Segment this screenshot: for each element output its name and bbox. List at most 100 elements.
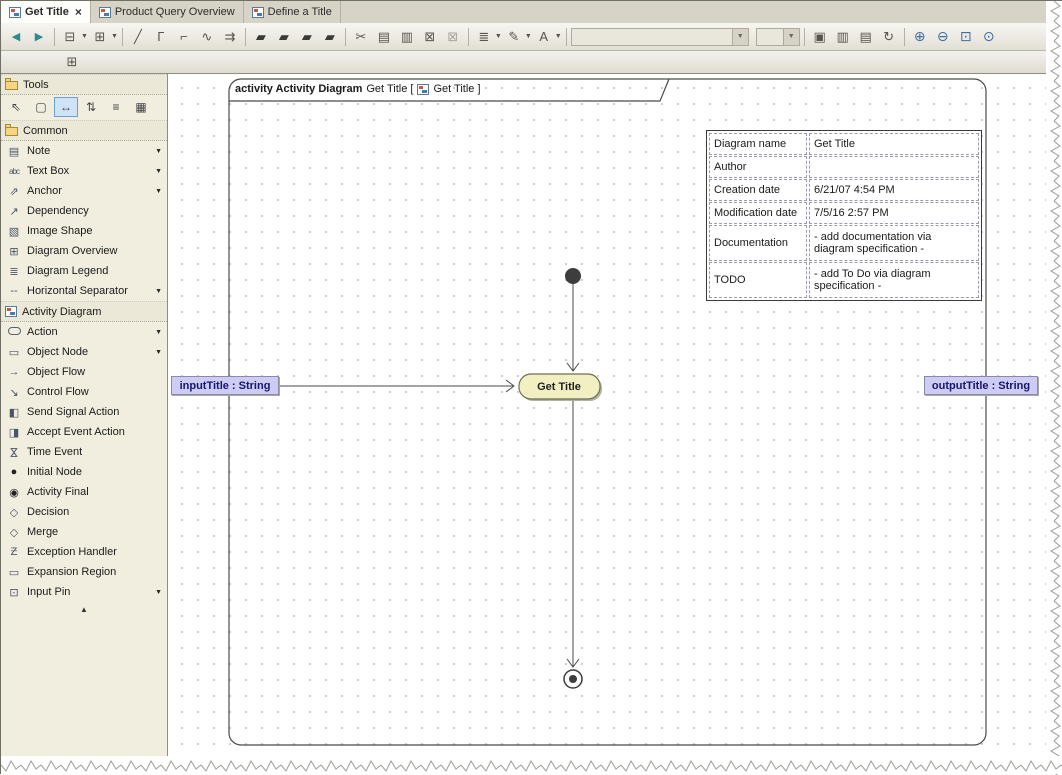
back-button[interactable]: ◀ [5, 27, 27, 47]
object-flow-input-to-action[interactable] [280, 380, 514, 392]
rectilinear-path-button[interactable]: Γ [150, 27, 172, 47]
chevron-down-icon[interactable]: ▼ [155, 168, 162, 175]
output-parameter-node[interactable]: outputTitle : String [924, 376, 1038, 395]
chevron-down-icon[interactable]: ▼ [732, 29, 748, 45]
forward-button[interactable]: ▶ [28, 27, 50, 47]
sidebar-item-diagram-overview[interactable]: ⊞ Diagram Overview [1, 241, 167, 261]
diagram-canvas[interactable]: Get Title activity Activity Diagram Get … [168, 74, 1047, 757]
tab-get-title[interactable]: Get Title × [1, 1, 91, 23]
make-same-size-button[interactable]: ▰ [296, 27, 318, 47]
sidebar-item-text-box[interactable]: abc Text Box ▼ [1, 161, 167, 181]
table-cell-label: TODO [709, 262, 807, 298]
initial-node[interactable] [565, 268, 581, 284]
chevron-down-icon[interactable]: ▼ [155, 148, 162, 155]
zoom-combobox[interactable]: ▼ [756, 28, 800, 46]
refresh-button[interactable]: ↻ [878, 27, 900, 47]
cut-button[interactable]: ✂ [350, 27, 372, 47]
paste-button[interactable]: ▥ [396, 27, 418, 47]
align-tool-button[interactable]: ⇅ [79, 97, 103, 117]
control-flow-initial-to-action[interactable] [567, 284, 579, 371]
marquee-select-tool-button[interactable]: ▢ [29, 97, 53, 117]
chevron-down-icon[interactable]: ▼ [155, 349, 162, 356]
sidebar-item-time-event[interactable]: ⋈ Time Event [1, 442, 167, 462]
new-window-button[interactable]: ▣ [809, 27, 831, 47]
sidebar-item-expansion-region[interactable]: ▭ Expansion Region [1, 562, 167, 582]
item-label: Object Node [27, 346, 88, 358]
autosize-button[interactable]: ▰ [319, 27, 341, 47]
frame-header[interactable]: activity Activity Diagram Get Title [ Ge… [235, 83, 481, 95]
make-same-height-button[interactable]: ▰ [273, 27, 295, 47]
sidebar-item-diagram-legend[interactable]: ≣ Diagram Legend [1, 261, 167, 281]
tab-define-a-title[interactable]: Define a Title [244, 1, 341, 23]
zoom-selection-button[interactable]: ⊙ [978, 27, 1000, 47]
sidebar-item-merge[interactable]: ◇ Merge [1, 522, 167, 542]
layout-button[interactable]: ≣ [473, 27, 495, 47]
sidebar-item-anchor[interactable]: ⇗ Anchor ▼ [1, 181, 167, 201]
delete-button[interactable]: ⊠ [419, 27, 441, 47]
tab-product-query-overview[interactable]: Product Query Overview [91, 1, 244, 23]
grid-tool-button[interactable]: ▦ [129, 97, 153, 117]
sidebar-item-input-pin[interactable]: ⊡ Input Pin ▼ [1, 582, 167, 602]
select-tool-button[interactable]: ⇖ [4, 97, 28, 117]
dependency-icon: ↗ [6, 205, 22, 218]
export-diagram-button[interactable]: ▤ [855, 27, 877, 47]
palette-section-common[interactable]: Common [1, 120, 167, 141]
sidebar-item-initial-node[interactable]: ● Initial Node [1, 462, 167, 482]
distribute-tool-button[interactable]: ≡ [104, 97, 128, 117]
delete-from-diagram-button[interactable]: ⊠ [442, 27, 464, 47]
scope-combobox[interactable]: ▼ [571, 28, 749, 46]
chevron-down-icon[interactable]: ▼ [155, 329, 162, 336]
chevron-down-icon[interactable]: ▼ [155, 188, 162, 195]
zoom-in-button[interactable]: ⊕ [909, 27, 931, 47]
palette-section-tools[interactable]: Tools [1, 74, 167, 95]
bent-path-button[interactable]: ⌐ [173, 27, 195, 47]
sidebar-item-object-node[interactable]: ▭ Object Node ▼ [1, 342, 167, 362]
sidebar-item-image-shape[interactable]: ▧ Image Shape [1, 221, 167, 241]
make-same-width-button[interactable]: ▰ [250, 27, 272, 47]
spline-path-button[interactable]: ∿ [196, 27, 218, 47]
sidebar-item-action[interactable]: Action ▼ [1, 322, 167, 342]
sidebar-item-note[interactable]: ▤ Note ▼ [1, 141, 167, 161]
action-get-title[interactable]: Get Title [519, 374, 602, 401]
chevron-down-icon[interactable]: ▼ [155, 288, 162, 295]
chevron-down-icon[interactable]: ▼ [111, 33, 118, 40]
close-icon[interactable]: × [75, 6, 82, 18]
palette-scroll-up[interactable]: ▲ [1, 602, 167, 614]
input-parameter-node[interactable]: inputTitle : String [171, 376, 279, 395]
link-tool-button[interactable]: ↔ [54, 97, 78, 117]
frame-keyword: activity Activity Diagram [235, 83, 362, 95]
tile-windows-button[interactable]: ▥ [832, 27, 854, 47]
reroute-path-button[interactable]: ⇉ [219, 27, 241, 47]
palette-section-activity-diagram[interactable]: Activity Diagram [1, 301, 167, 322]
font-color-button[interactable]: A [533, 27, 555, 47]
sidebar-item-decision[interactable]: ◇ Decision [1, 502, 167, 522]
chevron-down-icon[interactable]: ▼ [555, 33, 562, 40]
sidebar-item-exception-handler[interactable]: Ƶ Exception Handler [1, 542, 167, 562]
sidebar-item-accept-event-action[interactable]: ◨ Accept Event Action [1, 422, 167, 442]
table-cell-label: Creation date [709, 179, 807, 201]
sidebar-item-dependency[interactable]: ↗ Dependency [1, 201, 167, 221]
show-diagram-info-button[interactable]: ⊞ [61, 52, 83, 72]
sidebar-item-control-flow[interactable]: ↘ Control Flow [1, 382, 167, 402]
sidebar-item-horizontal-separator[interactable]: -- Horizontal Separator ▼ [1, 281, 167, 301]
chevron-down-icon[interactable]: ▼ [155, 589, 162, 596]
diagram-info-table[interactable]: Diagram name Get Title Author Creation d… [706, 130, 982, 301]
chevron-down-icon[interactable]: ▼ [81, 33, 88, 40]
chevron-down-icon[interactable]: ▼ [495, 33, 502, 40]
sidebar-item-object-flow[interactable]: → Object Flow [1, 362, 167, 382]
sidebar-item-activity-final[interactable]: ◉ Activity Final [1, 482, 167, 502]
sidebar-item-send-signal-action[interactable]: ◧ Send Signal Action [1, 402, 167, 422]
add-element-button[interactable]: ⊞ [89, 27, 111, 47]
chevron-down-icon[interactable]: ▼ [783, 29, 799, 45]
zoom-out-button[interactable]: ⊖ [932, 27, 954, 47]
chevron-down-icon[interactable]: ▼ [525, 33, 532, 40]
application-window: Get Title × Product Query Overview Defin… [0, 0, 1062, 774]
related-elements-button[interactable]: ⊟ [59, 27, 81, 47]
copy-button[interactable]: ▤ [373, 27, 395, 47]
oblique-path-button[interactable]: ╱ [127, 27, 149, 47]
zoom-fit-button[interactable]: ⊡ [955, 27, 977, 47]
line-style-button[interactable]: ✎ [503, 27, 525, 47]
input-pin-icon: ⊡ [6, 586, 22, 599]
activity-final-node[interactable] [564, 670, 582, 688]
control-flow-action-to-final[interactable] [567, 399, 579, 667]
